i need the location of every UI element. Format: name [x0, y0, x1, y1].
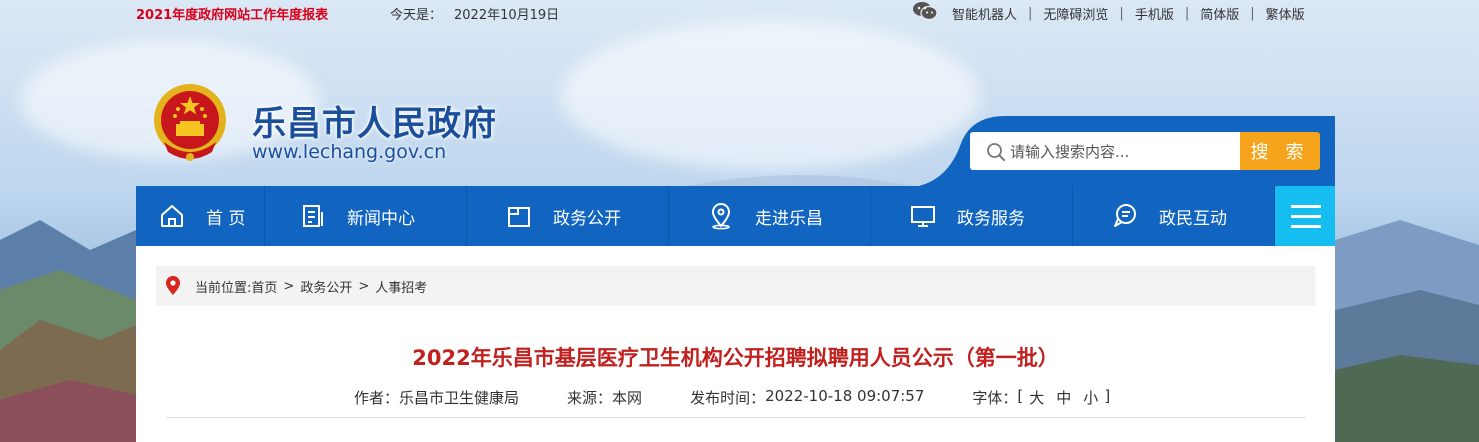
folder-icon [505, 202, 533, 230]
font-size-large-button[interactable]: 大 [1029, 387, 1044, 408]
traditional-chinese-link[interactable]: 繁体版 [1255, 4, 1316, 23]
nav-item-label: 首 页 [206, 208, 246, 229]
nav-item-label: 新闻中心 [347, 208, 415, 229]
site-title[interactable]: 乐昌市人民政府 [252, 96, 497, 145]
font-size-medium-button[interactable]: 中 [1056, 387, 1071, 408]
today-date-value: 2022年10月19日 [454, 8, 560, 23]
breadcrumb-government-affairs[interactable]: 政务公开 [300, 277, 352, 296]
article-title: 2022年乐昌市基层医疗卫生机构公开招聘拟聘用人员公示（第一批） [412, 346, 1059, 370]
breadcrumb-separator: > [283, 278, 295, 294]
author-label: 作者： [354, 389, 400, 407]
nav-item-label: 政务服务 [957, 208, 1025, 229]
breadcrumb-separator: > [358, 278, 370, 294]
article-meta: 作者： 乐昌市卫生健康局 来源： 本网 发布时间： 2022-10-18 09:… [354, 387, 1110, 408]
source-label: 来源： [567, 389, 613, 407]
wechat-icon[interactable] [912, 1, 938, 21]
mobile-version-link[interactable]: 手机版 [1124, 4, 1185, 23]
publish-time: 2022-10-18 09:07:57 [765, 387, 925, 405]
font-bracket-open: [ [1017, 387, 1024, 405]
top-bar: 2021年度政府网站工作年度报表 今天是： 2022年10月19日 智能机器人 |… [0, 0, 1479, 24]
nav-item-about-lechang[interactable]: 走进乐昌 [669, 186, 871, 246]
nav-item-label: 政民互动 [1159, 208, 1227, 229]
search-input[interactable] [1008, 133, 1238, 171]
home-icon [158, 202, 186, 230]
nav-item-label: 走进乐昌 [755, 208, 823, 229]
hamburger-menu-icon[interactable] [1275, 186, 1335, 246]
document-icon [299, 202, 327, 230]
nav-item-interaction[interactable]: 政民互动 [1073, 186, 1275, 246]
site-url: www.lechang.gov.cn [252, 141, 447, 163]
nav-item-label: 政务公开 [553, 208, 621, 229]
location-icon [707, 202, 735, 230]
annual-report-link[interactable]: 2021年度政府网站工作年度报表 [136, 4, 328, 23]
nav-item-government-affairs[interactable]: 政务公开 [467, 186, 669, 246]
chat-icon [1111, 202, 1139, 230]
article-container: 当前位置: 首页 > 政务公开 > 人事招考 2022年乐昌市基层医疗卫生机构公… [136, 246, 1335, 442]
monitor-icon [909, 202, 937, 230]
search-button[interactable]: 搜 索 [1240, 132, 1320, 170]
national-emblem-logo[interactable] [150, 82, 230, 164]
robot-link[interactable]: 智能机器人 [952, 4, 1028, 23]
source-value: 本网 [612, 389, 643, 407]
nav-item-home[interactable]: 首 页 [136, 186, 265, 246]
font-bracket-close: ] [1104, 387, 1111, 405]
breadcrumb-home[interactable]: 首页 [251, 277, 277, 296]
author-value: 乐昌市卫生健康局 [399, 389, 520, 407]
menu-line [1291, 205, 1321, 208]
nav-item-services[interactable]: 政务服务 [871, 186, 1073, 246]
today-label: 今天是： [390, 8, 443, 23]
search-icon [987, 143, 1005, 161]
menu-line [1291, 225, 1321, 228]
main-nav: 首 页 新闻中心 政务公开 走进乐昌 政务服务 政民互动 [136, 186, 1335, 246]
publish-label: 发布时间： [690, 389, 766, 407]
nav-item-news[interactable]: 新闻中心 [265, 186, 467, 246]
breadcrumb-prefix: 当前位置: [195, 280, 252, 296]
accessibility-link[interactable]: 无障碍浏览 [1032, 4, 1119, 23]
font-size-small-button[interactable]: 小 [1083, 387, 1098, 408]
location-pin-icon [166, 276, 180, 295]
top-links: 智能机器人 | 无障碍浏览 | 手机版 | 简体版 | 繁体版 [952, 4, 1316, 23]
breadcrumb: 当前位置: 首页 > 政务公开 > 人事招考 [156, 266, 1315, 306]
today-date: 今天是： 2022年10月19日 [390, 4, 559, 23]
breadcrumb-recruitment[interactable]: 人事招考 [375, 277, 427, 296]
menu-line [1291, 215, 1321, 218]
meta-divider [166, 417, 1306, 418]
font-size-label: 字体： [972, 389, 1018, 407]
simplified-chinese-link[interactable]: 简体版 [1189, 4, 1250, 23]
